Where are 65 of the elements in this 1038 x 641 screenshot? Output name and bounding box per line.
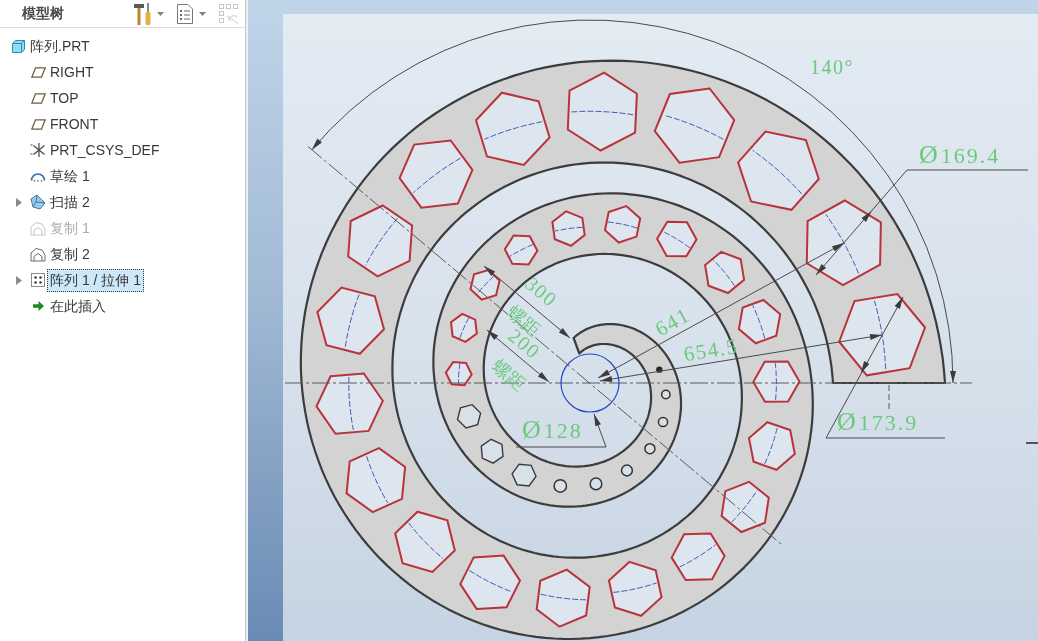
hexagon-cutout <box>503 234 539 266</box>
tools-icon[interactable] <box>134 2 151 25</box>
hexagon-cutout <box>607 560 663 617</box>
hole-circle <box>620 464 634 477</box>
hole-circle <box>589 477 603 491</box>
tree-item[interactable]: TOP <box>47 86 82 110</box>
outline-shape-icon <box>30 246 46 262</box>
hexagon-cutout <box>444 360 473 387</box>
axes-icon <box>30 142 46 158</box>
dimension-label: 140° <box>810 56 854 78</box>
hexagon-cutout <box>655 220 698 258</box>
arc-icon <box>30 170 46 182</box>
hexagon-cutout <box>603 204 642 244</box>
caret-icon[interactable] <box>157 11 164 16</box>
tree-item[interactable]: 阵列 1 / 拉伸 1 <box>47 268 145 292</box>
dimension-label: Ø 173.9 <box>837 407 919 436</box>
center-circle <box>560 353 620 413</box>
tree-item[interactable]: 扫描 2 <box>47 190 93 214</box>
hexagon-cutout <box>752 360 801 403</box>
hexagon-cutout <box>670 532 726 582</box>
hexagon-outline <box>511 463 537 487</box>
tree-item[interactable]: 阵列.PRT <box>27 34 93 58</box>
hexagon-cutout <box>469 268 501 301</box>
hexagon-outline <box>456 403 482 429</box>
dimension-label: Ø 169.4 <box>919 140 1001 169</box>
hexagon-cutout <box>459 554 522 611</box>
hexagon-cutout <box>747 421 796 471</box>
dimension-line <box>1025 442 1038 444</box>
tree-item[interactable]: 在此插入 <box>47 294 109 318</box>
tree-item[interactable]: RIGHT <box>47 60 97 84</box>
parallelogram-icon <box>30 92 46 104</box>
parallelogram-icon <box>30 66 46 78</box>
dot-grid-icon <box>31 273 45 287</box>
filled-dot <box>656 366 663 373</box>
dimension-label: Ø 128 <box>522 415 583 444</box>
prism-icon <box>30 194 46 210</box>
hexagon-cutout <box>449 312 478 344</box>
hexagon-cutout <box>535 568 591 628</box>
cube-icon <box>11 39 25 53</box>
tree-item[interactable]: PRT_CSYS_DEF <box>47 138 163 162</box>
hexagon-cutout <box>551 210 586 247</box>
hexagon-outline <box>480 438 504 464</box>
caret-icon[interactable] <box>16 197 22 207</box>
hexagon-cutout <box>394 510 456 574</box>
arrow-icon <box>32 301 44 311</box>
hole-circle <box>657 416 669 428</box>
parallelogram-icon <box>30 118 46 130</box>
hexagon-cutout <box>315 372 384 435</box>
hexagon-cutout <box>720 480 770 534</box>
hexagon-cutout <box>737 298 782 345</box>
dimension-note: 螺距 <box>488 356 530 395</box>
caret-icon[interactable] <box>16 275 22 285</box>
hole-circle <box>660 389 671 400</box>
panel-title: 模型树 <box>22 4 64 23</box>
hexagon-cutout <box>345 446 407 514</box>
hole-circle <box>553 479 568 493</box>
caret-icon[interactable] <box>199 11 206 16</box>
outline-shape-icon <box>30 220 46 236</box>
hole-circle <box>644 442 656 455</box>
hexagon-cutout <box>316 286 386 355</box>
tree-item[interactable]: 草绘 1 <box>47 164 93 188</box>
tree-item[interactable]: 复制 2 <box>47 242 93 266</box>
hexagon-cutout <box>704 250 746 295</box>
tree-item[interactable]: FRONT <box>47 112 102 136</box>
list-icon[interactable] <box>177 3 193 24</box>
